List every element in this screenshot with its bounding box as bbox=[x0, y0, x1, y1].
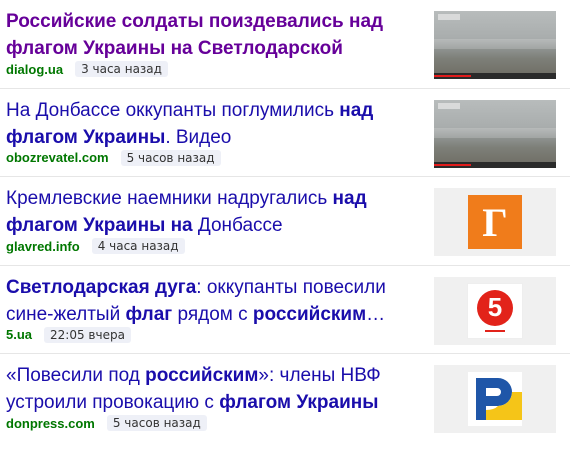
news-meta: donpress.com 5 часов назад bbox=[6, 415, 207, 432]
title-text: рядом с bbox=[172, 303, 253, 325]
news-time-badge: 4 часа назад bbox=[91, 238, 185, 255]
title-text: На Донбассе оккупанты поглумились bbox=[6, 99, 340, 121]
news-source-link[interactable]: obozrevatel.com bbox=[6, 150, 109, 165]
glavred-logo-icon: Г bbox=[468, 195, 522, 250]
news-meta: obozrevatel.com 5 часов назад bbox=[6, 149, 221, 166]
news-source-link[interactable]: dialog.ua bbox=[6, 62, 63, 77]
news-list: Российские солдаты поиздевались над флаг… bbox=[0, 0, 570, 443]
title-text: «Повесили под bbox=[6, 365, 146, 387]
news-title-link[interactable]: Светлодарская дуга: оккупанты повесили с… bbox=[6, 274, 414, 328]
video-progress-fill bbox=[434, 75, 471, 77]
title-highlight: флаг bbox=[125, 303, 173, 325]
title-text: Донбассе bbox=[192, 215, 283, 237]
title-highlight: российским bbox=[252, 303, 367, 325]
haze-band bbox=[434, 39, 556, 49]
video-progress-bar bbox=[434, 73, 556, 79]
news-thumbnail-image[interactable] bbox=[434, 11, 556, 79]
news-meta: dialog.ua 3 часа назад bbox=[6, 61, 168, 77]
news-source-link[interactable]: 5.ua bbox=[6, 327, 32, 342]
video-overlay-tag bbox=[438, 14, 460, 20]
news-time-badge: 5 часов назад bbox=[106, 415, 207, 432]
news-item: Российские солдаты поиздевались над флаг… bbox=[0, 0, 570, 89]
channel5-logo-icon: 5 bbox=[467, 282, 523, 339]
video-progress-fill bbox=[434, 163, 471, 166]
news-meta: 5.ua 22:05 вчера bbox=[6, 326, 131, 343]
glavred-logo[interactable]: Г bbox=[434, 188, 556, 257]
title-highlight: российским bbox=[145, 365, 259, 387]
title-highlight: Российские солдаты поиздевались над флаг… bbox=[6, 11, 384, 59]
news-time-badge: 22:05 вчера bbox=[44, 326, 131, 343]
news-meta: glavred.info 4 часа назад bbox=[6, 238, 185, 255]
news-item: «Повесили под российским»: члены НВФ уст… bbox=[0, 354, 570, 443]
news-time-badge: 3 часа назад bbox=[75, 61, 168, 77]
news-source-link[interactable]: glavred.info bbox=[6, 239, 80, 254]
title-highlight: Светлодарская дуга bbox=[6, 276, 197, 298]
title-text: … bbox=[366, 303, 386, 325]
donpress-logo[interactable] bbox=[434, 365, 556, 434]
news-source-link[interactable]: donpress.com bbox=[6, 416, 95, 431]
news-title-link[interactable]: Российские солдаты поиздевались над флаг… bbox=[6, 8, 414, 62]
channel5-logo[interactable]: 5 bbox=[434, 276, 556, 345]
title-highlight: флагом Украины bbox=[219, 392, 379, 414]
news-time-badge: 5 часов назад bbox=[120, 149, 221, 166]
title-text: . Видео bbox=[165, 126, 232, 148]
news-item: Кремлевские наемники надругались над фла… bbox=[0, 177, 570, 266]
video-progress-bar bbox=[434, 161, 556, 168]
news-item: Светлодарская дуга: оккупанты повесили с… bbox=[0, 266, 570, 355]
news-item: На Донбассе оккупанты поглумились над фл… bbox=[0, 89, 570, 178]
donpress-logo-icon bbox=[468, 372, 522, 427]
news-title-link[interactable]: Кремлевские наемники надругались над фла… bbox=[6, 185, 414, 239]
news-thumbnail-image[interactable] bbox=[434, 99, 556, 168]
news-title-link[interactable]: «Повесили под российским»: члены НВФ уст… bbox=[6, 362, 414, 416]
haze-band bbox=[434, 127, 556, 138]
news-title-link[interactable]: На Донбассе оккупанты поглумились над фл… bbox=[6, 97, 414, 151]
video-overlay-tag bbox=[438, 102, 460, 109]
title-text: Кремлевские наемники надругались bbox=[6, 188, 333, 210]
